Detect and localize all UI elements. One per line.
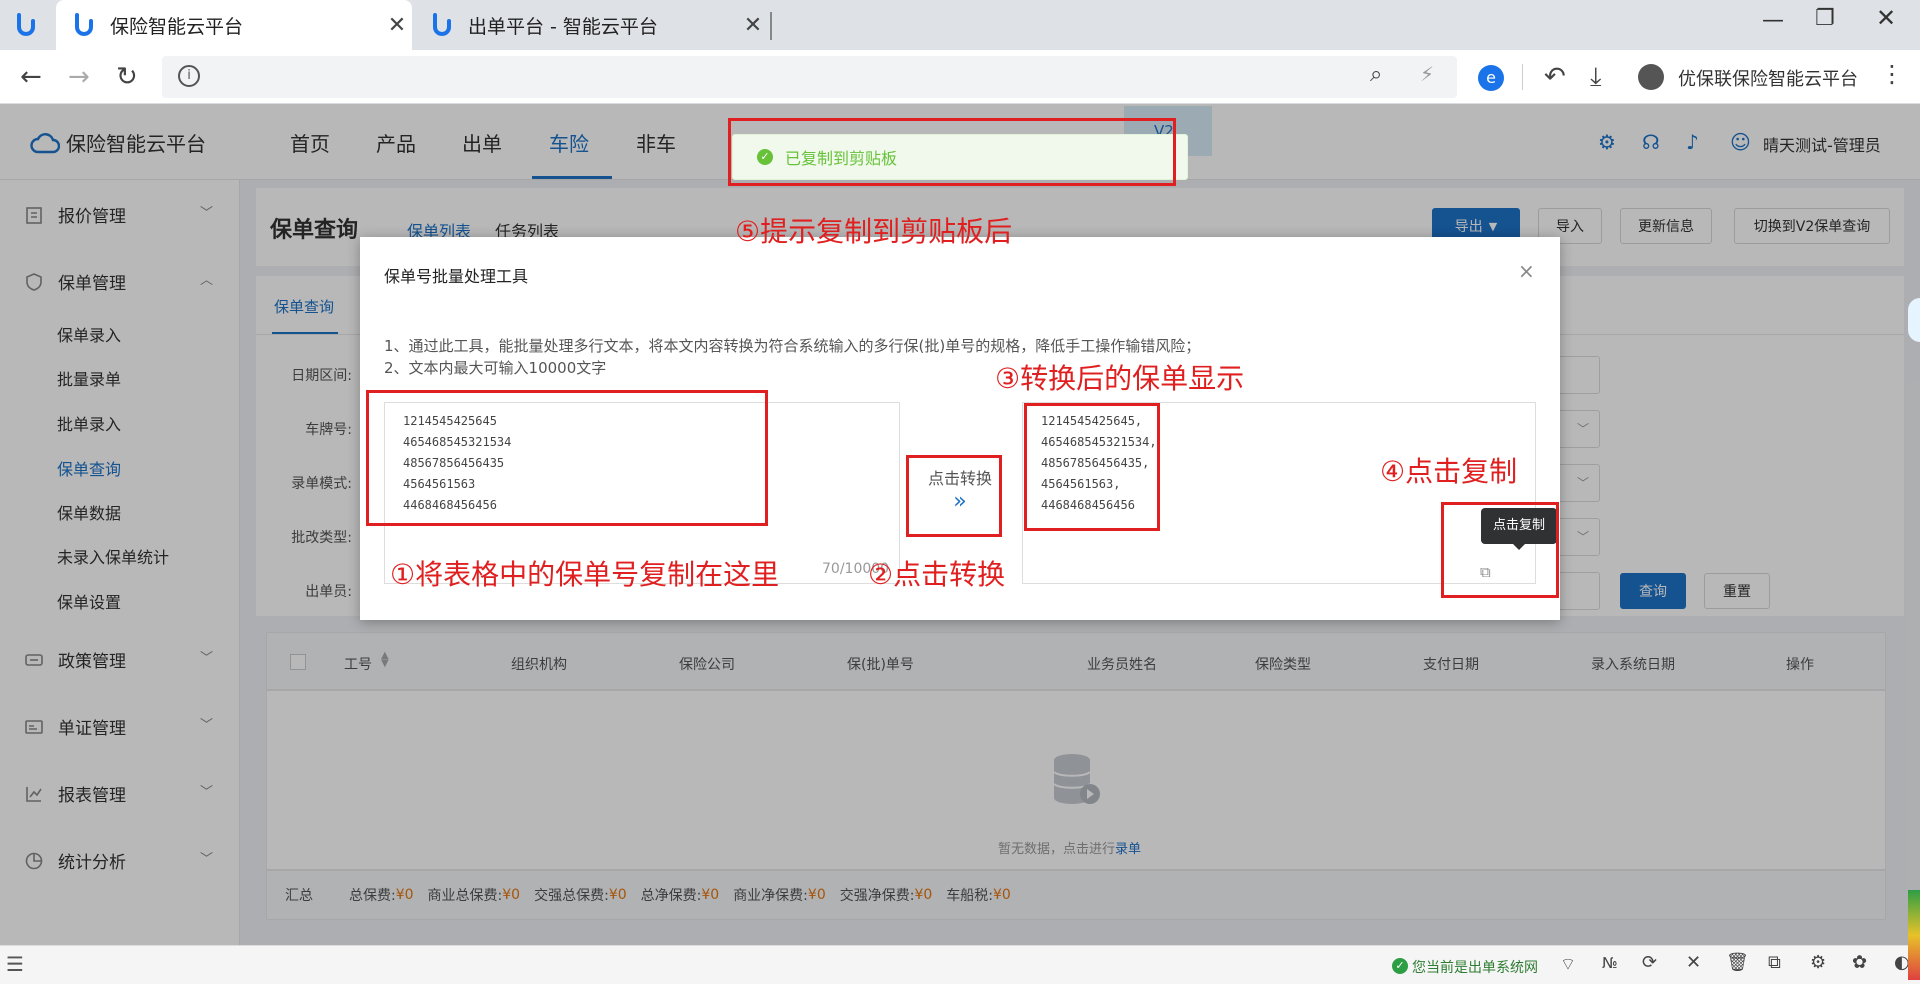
dialog-desc-1: 1、通过此工具，能批量处理多行文本，将本文内容转换为符合系统输入的多行保(批)单… [384, 337, 1201, 355]
browser-extension-icon[interactable]: e [1478, 65, 1504, 91]
paw-icon[interactable]: ✿ [1852, 952, 1867, 973]
trash-icon[interactable]: 🗑 [1726, 952, 1749, 973]
tab-favicon-icon [72, 12, 96, 38]
tab-title: 出单平台 - 智能云平台 [468, 15, 658, 38]
close-window-icon[interactable]: ✕ [1876, 4, 1896, 32]
dialog-desc-2: 2、文本内最大可输入10000文字 [384, 359, 607, 377]
annotation-step-2: ②点击转换 [868, 558, 1006, 591]
numero-icon[interactable]: № [1602, 954, 1618, 972]
dialog-title: 保单号批量处理工具 [384, 267, 529, 286]
settings-icon[interactable]: ⚙ [1810, 952, 1826, 973]
browser-tab-1[interactable]: 保险智能云平台 ✕ [56, 0, 412, 50]
forward-icon[interactable]: → [68, 62, 90, 92]
tab-favicon-icon [430, 12, 454, 38]
copy-icon[interactable]: ⧉ [1768, 952, 1781, 973]
close-tab-icon[interactable]: ✕ [738, 13, 768, 38]
close-icon[interactable]: ✕ [1686, 952, 1701, 973]
status-text: 您当前是出单系统网 [1412, 960, 1538, 976]
profile-name[interactable]: 优保联保险智能云平台 [1678, 65, 1858, 91]
tab-divider [770, 12, 772, 40]
annotation-box-input [366, 390, 768, 526]
zoom-icon[interactable]: ⌕ [1370, 62, 1382, 87]
reload-icon[interactable]: ↻ [116, 62, 138, 92]
maximize-icon[interactable]: ❐ [1815, 6, 1835, 31]
annotation-step-5: ⑤提示复制到剪贴板后 [735, 215, 1013, 248]
browser-tab-bar: 保险智能云平台 ✕ 出单平台 - 智能云平台 ✕ — ❐ ✕ [0, 0, 1920, 50]
undo-icon[interactable]: ↶ [1544, 62, 1566, 92]
level-meter [1908, 890, 1920, 980]
browser-menu-icon[interactable]: ⋮ [1880, 60, 1904, 88]
check-icon: ✓ [1392, 958, 1408, 974]
annotation-step-3: ③转换后的保单显示 [995, 362, 1245, 395]
side-float-tab[interactable] [1908, 298, 1920, 342]
annotation-box-copy [1441, 502, 1559, 598]
annotation-box-toast [728, 118, 1176, 186]
browser-tab-2[interactable]: 出单平台 - 智能云平台 ✕ [414, 0, 768, 50]
back-icon[interactable]: ← [20, 62, 42, 92]
browser-toolbar: ← → ↻ i ⌕ ⚡ e ↶ ⤓ 优保联保险智能云平台 ⋮ [0, 50, 1920, 104]
browser-status-bar: ☰ ✓ 您当前是出单系统网 ⌔ № ⟳ ✕ 🗑 ⧉ ⚙ ✿ ◐ [0, 945, 1920, 984]
close-tab-icon[interactable]: ✕ [382, 13, 412, 38]
info-icon[interactable]: i [178, 65, 200, 87]
close-icon[interactable]: × [1518, 259, 1535, 283]
sync-icon[interactable]: ⟳ [1642, 952, 1657, 973]
address-bar[interactable]: i ⌕ ⚡ [162, 56, 1457, 98]
annotation-box-convert [906, 455, 1002, 537]
annotation-step-1: ①将表格中的保单号复制在这里 [390, 558, 780, 591]
tab-title: 保险智能云平台 [110, 15, 244, 38]
menu-icon[interactable]: ☰ [6, 952, 24, 976]
annotation-box-output [1024, 403, 1160, 531]
browser-app-icon[interactable] [14, 12, 38, 38]
wifi-icon[interactable]: ⌔ [1560, 954, 1576, 975]
toolbar-divider [1522, 64, 1523, 90]
annotation-step-4: ④点击复制 [1380, 455, 1518, 488]
lightning-icon[interactable]: ⚡ [1420, 62, 1434, 86]
minimize-icon[interactable]: — [1762, 8, 1784, 33]
profile-avatar-icon[interactable] [1638, 64, 1664, 90]
download-icon[interactable]: ⤓ [1590, 62, 1602, 93]
